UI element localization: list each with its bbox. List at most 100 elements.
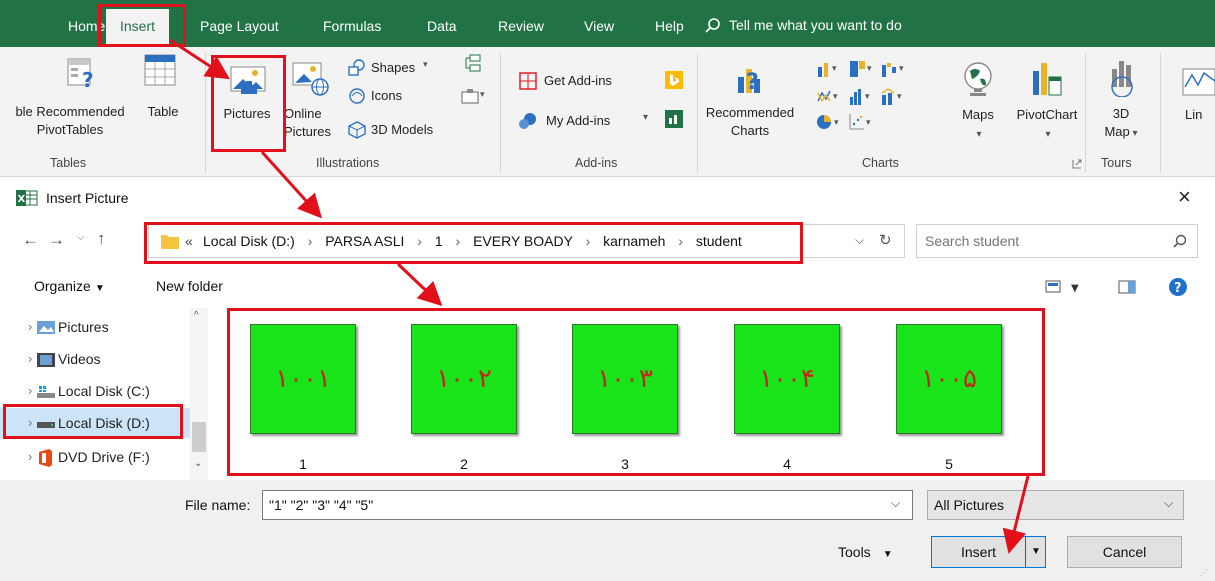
forward-arrow-icon[interactable]: → xyxy=(48,230,65,250)
svg-text:▾: ▾ xyxy=(480,90,485,100)
line-sparkline-button[interactable]: Lin xyxy=(1185,107,1202,122)
line-chart-icon[interactable]: ▾ xyxy=(816,87,846,107)
file-name[interactable]: 3 xyxy=(572,456,678,472)
shapes-button[interactable]: Shapes ▾ xyxy=(347,59,442,79)
organize-button[interactable]: Organize ▼ xyxy=(34,278,105,294)
online-pictures-label-2: Pictures xyxy=(284,124,331,139)
organize-label: Organize xyxy=(34,278,91,294)
tab-home[interactable]: Home xyxy=(68,17,105,35)
breadcrumb-separator: › xyxy=(455,233,461,249)
file-thumbnail[interactable]: ۱۰۰۱ xyxy=(250,324,356,434)
nav-item-dvd-drive[interactable]: › DVD Drive (F:) xyxy=(0,442,190,472)
new-folder-button[interactable]: New folder xyxy=(156,278,223,294)
up-arrow-icon[interactable]: ↑ xyxy=(97,229,106,249)
waterfall-chart-icon[interactable]: ▾ xyxy=(880,59,910,79)
maps-button[interactable]: Maps xyxy=(952,107,1004,123)
shapes-label: Shapes xyxy=(371,60,416,75)
tab-data[interactable]: Data xyxy=(427,17,457,35)
cancel-button[interactable]: Cancel xyxy=(1067,536,1182,568)
online-pictures-label-1: Online xyxy=(284,106,322,121)
address-bar[interactable]: « Local Disk (D:) › PARSA ASLI › 1 › EVE… xyxy=(148,224,905,258)
refresh-icon[interactable]: ↻ xyxy=(879,231,892,249)
tab-formulas[interactable]: Formulas xyxy=(323,17,381,35)
breadcrumb-item[interactable]: Local Disk (D:) xyxy=(203,233,295,249)
view-options-icon[interactable]: ▼ xyxy=(1045,279,1085,295)
pivotchart-button[interactable]: PivotChart xyxy=(1010,107,1084,123)
tab-review[interactable]: Review xyxy=(498,17,544,35)
scrollbar-thumb[interactable] xyxy=(192,422,206,452)
file-thumbnail[interactable]: ۱۰۰۳ xyxy=(572,324,678,434)
file-name[interactable]: 1 xyxy=(250,456,356,472)
scroll-up-icon[interactable]: ^ xyxy=(194,310,199,321)
breadcrumb-overflow-icon[interactable]: « xyxy=(185,233,193,249)
insert-button[interactable]: Insert ▼ xyxy=(931,536,1046,568)
statistic-chart-icon[interactable]: ▾ xyxy=(848,87,878,107)
file-name[interactable]: 2 xyxy=(411,456,517,472)
recommended-pivottable-icon: ? xyxy=(67,58,94,89)
tab-view[interactable]: View xyxy=(584,17,614,35)
nav-item-videos[interactable]: › Videos xyxy=(0,344,190,374)
file-name-combobox[interactable]: "1" "2" "3" "4" "5" ⌵ xyxy=(262,490,913,520)
nav-item-local-disk-d[interactable]: › Local Disk (D:) xyxy=(0,408,190,438)
recommended-pivottables-button[interactable]: ble Recommended PivotTables xyxy=(0,104,140,138)
search-input[interactable] xyxy=(925,231,1155,251)
my-addins-button[interactable]: My Add-ins ▾ xyxy=(518,111,658,131)
hierarchy-chart-icon[interactable]: ▾ xyxy=(848,59,878,79)
insert-dropdown-icon[interactable]: ▼ xyxy=(1028,537,1044,567)
svg-text:▾: ▾ xyxy=(834,118,839,128)
icons-button[interactable]: Icons xyxy=(347,87,427,107)
file-thumbnail[interactable]: ۱۰۰۲ xyxy=(411,324,517,434)
tab-insert[interactable]: Insert xyxy=(106,9,170,47)
scroll-down-icon[interactable]: ⌄ xyxy=(194,458,202,469)
recent-locations-icon[interactable]: ⌵ xyxy=(77,232,85,243)
breadcrumb-item[interactable]: EVERY BOADY xyxy=(473,233,573,249)
search-box[interactable] xyxy=(916,224,1198,258)
pictures-button[interactable]: Pictures xyxy=(213,106,281,122)
3d-models-button[interactable]: 3D Models xyxy=(347,120,457,140)
file-name[interactable]: 5 xyxy=(896,456,1002,472)
table-button[interactable]: Table xyxy=(142,104,184,120)
combo-chart-icon[interactable]: ▾ xyxy=(880,87,910,107)
shapes-dropdown-arrow: ▾ xyxy=(423,59,428,69)
recommended-charts-button[interactable]: Recommended Charts xyxy=(700,105,800,139)
nav-item-pictures[interactable]: › Pictures xyxy=(0,312,190,342)
resize-grip-icon[interactable]: ⋰ xyxy=(1200,568,1208,577)
tab-help[interactable]: Help xyxy=(655,17,684,35)
pie-chart-icon[interactable]: ▾ xyxy=(816,112,846,132)
file-thumbnail[interactable]: ۱۰۰۵ xyxy=(896,324,1002,434)
file-type-select[interactable]: All Pictures ⌵ xyxy=(927,490,1184,520)
file-thumbnail[interactable]: ۱۰۰۴ xyxy=(734,324,840,434)
help-icon[interactable]: ? xyxy=(1168,277,1188,297)
address-dropdown-icon[interactable]: ⌵ xyxy=(855,233,864,248)
file-name[interactable]: 4 xyxy=(734,456,840,472)
3d-map-button[interactable]: 3D Map ▾ xyxy=(1096,106,1146,142)
scatter-chart-icon[interactable]: ▾ xyxy=(848,112,878,132)
chevron-down-icon[interactable]: ⌵ xyxy=(891,496,900,511)
tab-page-layout[interactable]: Page Layout xyxy=(200,17,279,35)
my-addins-dropdown-arrow: ▾ xyxy=(643,112,649,123)
breadcrumb-item[interactable]: 1 xyxy=(435,233,443,249)
smartart-icon[interactable] xyxy=(462,53,484,75)
back-arrow-icon[interactable]: ← xyxy=(22,230,39,250)
breadcrumb-item[interactable]: student xyxy=(696,233,742,249)
breadcrumb-item[interactable]: karnameh xyxy=(603,233,665,249)
people-graph-icon[interactable] xyxy=(665,110,683,128)
preview-pane-icon[interactable] xyxy=(1118,279,1136,295)
file-name-input[interactable]: "1" "2" "3" "4" "5" xyxy=(269,497,373,513)
recommended-charts-label-1: Recommended xyxy=(705,105,795,120)
breadcrumb-item[interactable]: PARSA ASLI xyxy=(325,233,404,249)
online-pictures-button[interactable]: Online Pictures xyxy=(284,106,336,140)
get-addins-button[interactable]: Get Add-ins xyxy=(518,71,638,91)
insert-label: Insert xyxy=(960,544,996,560)
dialog-launcher-icon[interactable] xyxy=(1072,159,1082,169)
bing-icon[interactable] xyxy=(665,71,683,89)
tools-button[interactable]: Tools ▼ xyxy=(838,544,893,560)
close-icon[interactable]: × xyxy=(1178,184,1191,210)
recommended-charts-label-2: Charts xyxy=(730,123,770,138)
office-dvd-icon xyxy=(39,449,52,467)
3d-map-label-2: Map ▾ xyxy=(1104,124,1138,139)
screenshot-icon[interactable]: ▾ xyxy=(460,87,488,107)
column-chart-icon[interactable]: ▾ xyxy=(816,59,846,79)
nav-item-local-disk-c[interactable]: › Local Disk (C:) xyxy=(0,376,190,406)
nav-scrollbar[interactable]: ^ ⌄ xyxy=(190,308,208,480)
